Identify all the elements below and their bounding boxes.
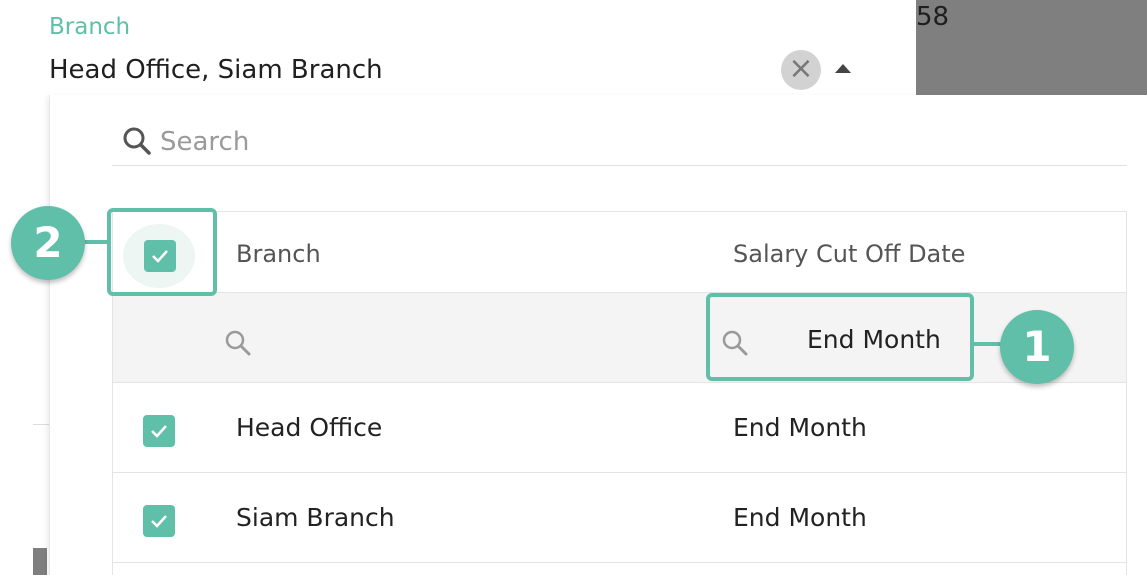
callout-connector-2 bbox=[84, 240, 108, 244]
table-row-partial bbox=[113, 563, 1126, 575]
background-dark-block bbox=[33, 548, 47, 575]
clear-selection-icon[interactable]: × bbox=[781, 50, 821, 90]
row-checkbox[interactable] bbox=[143, 415, 175, 447]
background-divider bbox=[33, 424, 49, 425]
callout-box-cutoff-filter bbox=[706, 293, 974, 381]
cell-salary-cut-off-date: End Month bbox=[733, 503, 867, 532]
checkmark-icon bbox=[151, 425, 167, 438]
cell-branch: Head Office bbox=[236, 413, 383, 442]
branch-field-value[interactable]: Head Office, Siam Branch bbox=[49, 55, 383, 85]
column-header-salary-cut-off-date[interactable]: Salary Cut Off Date bbox=[733, 240, 965, 268]
table-row[interactable]: Head Office End Month bbox=[113, 383, 1126, 473]
column-header-branch[interactable]: Branch bbox=[236, 240, 321, 268]
branch-field-label: Branch bbox=[49, 14, 131, 40]
table-header: Branch Salary Cut Off Date bbox=[113, 212, 1126, 293]
branch-table: Branch Salary Cut Off Date End Month Hea… bbox=[112, 211, 1127, 575]
background-gray-block bbox=[916, 0, 1147, 95]
caret-up-icon[interactable] bbox=[835, 64, 851, 73]
search-input[interactable] bbox=[160, 122, 1060, 162]
branch-filter-search-icon[interactable] bbox=[222, 327, 254, 359]
callout-connector-1 bbox=[973, 342, 1003, 346]
callout-marker-1: 1 bbox=[1000, 310, 1074, 384]
row-checkbox[interactable] bbox=[143, 505, 175, 537]
dropdown-search bbox=[112, 118, 1127, 166]
background-number: 58 bbox=[916, 2, 950, 32]
search-icon bbox=[123, 127, 151, 155]
table-row[interactable]: Siam Branch End Month bbox=[113, 473, 1126, 563]
callout-box-select-all bbox=[107, 208, 217, 296]
cell-branch: Siam Branch bbox=[236, 503, 395, 532]
checkmark-icon bbox=[151, 515, 167, 528]
cell-salary-cut-off-date: End Month bbox=[733, 413, 867, 442]
filter-row: End Month bbox=[113, 293, 1126, 383]
callout-marker-2: 2 bbox=[11, 206, 85, 280]
